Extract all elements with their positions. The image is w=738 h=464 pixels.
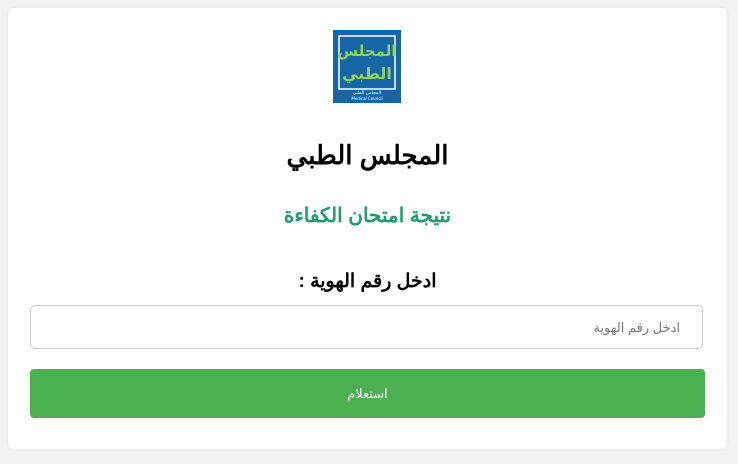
logo-caption-en: Medical Council [351,96,382,101]
medical-council-logo: المجلس الطبي المجلس الطبي Medical Counci… [333,30,401,103]
logo-text-line2: الطبي [342,64,392,84]
login-card: المجلس الطبي المجلس الطبي Medical Counci… [8,8,727,449]
inquiry-button[interactable]: استعلام [30,369,705,418]
id-number-input[interactable] [30,305,703,349]
page-title: المجلس الطبي [286,140,449,170]
logo-graphic: المجلس الطبي المجلس الطبي Medical Counci… [333,30,401,103]
page-subtitle: نتيجة امتحان الكفاءة [283,205,452,227]
logo-text-line1: المجلس [338,42,397,60]
id-number-label: ادخل رقم الهوية : [298,271,437,292]
